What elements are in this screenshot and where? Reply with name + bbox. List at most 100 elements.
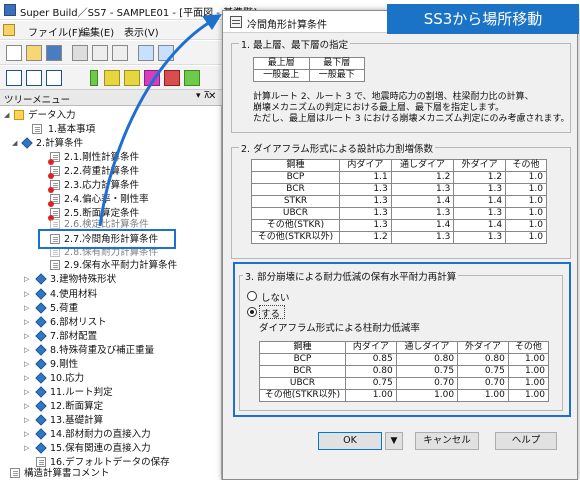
tree-menu-header: ツリーメニュー ▾ ⊼ ✕ xyxy=(0,90,222,106)
document-icon xyxy=(32,124,42,134)
table-cell[interactable]: 1.4 xyxy=(390,195,455,208)
table-row: BCR 1.3 1.3 1.3 1.0 xyxy=(251,183,547,196)
beam-icon[interactable] xyxy=(104,70,120,86)
table-cell[interactable]: 1.4 xyxy=(453,195,507,208)
bottom-floor-value[interactable]: 一般最下 xyxy=(308,69,365,82)
table-cell[interactable]: 1.2 xyxy=(339,231,392,244)
table-cell[interactable]: 1.4 xyxy=(390,219,455,232)
document-icon xyxy=(48,152,60,165)
dialog-title: 冷間角形計算条件 xyxy=(247,20,327,31)
warning-dot-icon xyxy=(48,187,54,193)
column-icon[interactable] xyxy=(90,70,98,86)
top-floor-value[interactable]: 一般最上 xyxy=(253,69,310,82)
row-label: その他(STKR以外) xyxy=(251,231,340,244)
warning-dot-icon xyxy=(48,201,54,207)
menu-file[interactable]: ファイル(F) xyxy=(28,24,82,39)
table-cell[interactable]: 1.3 xyxy=(453,183,507,196)
close-icon[interactable]: ✕ xyxy=(208,91,216,102)
collapse-arrow-icon[interactable]: ▷ xyxy=(24,400,32,413)
col-through-diaphragm: 通しダイア xyxy=(390,159,455,172)
table-cell[interactable]: 1.0 xyxy=(505,195,547,208)
plan-icon[interactable] xyxy=(46,70,62,86)
diamond-icon xyxy=(35,414,47,426)
table-cell[interactable]: 1.2 xyxy=(390,171,455,184)
col-inner-diaphragm: 内ダイア xyxy=(339,159,392,172)
table-row: BCP 1.1 1.2 1.2 1.0 xyxy=(251,171,547,184)
stress-factor-table: 鋼種 内ダイア 通しダイア 外ダイア その他 BCP 1.1 1.2 1.2 1… xyxy=(251,159,547,244)
collapse-arrow-icon[interactable]: ▷ xyxy=(24,273,32,286)
diamond-icon xyxy=(35,288,47,300)
table-cell[interactable]: 1.3 xyxy=(339,183,392,196)
top-bottom-floor-table: 最上層 最下層 一般最上 一般最下 xyxy=(253,57,365,82)
document-icon xyxy=(10,468,20,478)
app-icon xyxy=(4,4,16,16)
ok-button[interactable]: OK xyxy=(318,432,382,450)
table-cell[interactable]: 1.0 xyxy=(505,183,547,196)
paste-icon[interactable] xyxy=(112,45,128,61)
table-cell[interactable]: 1.3 xyxy=(339,195,392,208)
table-cell[interactable]: 1.3 xyxy=(339,219,392,232)
table-cell[interactable]: 1.2 xyxy=(453,171,507,184)
table-cell[interactable]: 1.3 xyxy=(453,231,507,244)
col-other: その他 xyxy=(505,159,547,172)
collapse-arrow-icon[interactable]: ▷ xyxy=(24,302,32,315)
table-cell[interactable]: 1.1 xyxy=(339,171,392,184)
warning-dot-icon xyxy=(48,173,54,179)
grid-icon[interactable] xyxy=(6,70,22,86)
collapse-arrow-icon[interactable]: ▷ xyxy=(24,428,32,441)
collapse-arrow-icon[interactable]: ▷ xyxy=(24,330,32,343)
table-cell[interactable]: 1.3 xyxy=(390,207,455,220)
expand-arrow-icon[interactable]: ◢ xyxy=(12,137,20,150)
collapse-arrow-icon[interactable]: ▷ xyxy=(24,442,32,455)
menu-view[interactable]: 表示(V) xyxy=(124,24,159,39)
table-cell[interactable]: 1.0 xyxy=(505,207,547,220)
toolbar-secondary xyxy=(0,66,230,90)
collapse-arrow-icon[interactable]: ▷ xyxy=(24,316,32,329)
toolbar-primary xyxy=(0,41,230,65)
foundation-icon[interactable] xyxy=(184,70,200,86)
table-cell[interactable]: 1.0 xyxy=(505,219,547,232)
table-header-row: 鋼種 内ダイア 通しダイア 外ダイア その他 xyxy=(251,159,547,172)
table-cell[interactable]: 1.0 xyxy=(505,171,547,184)
new-file-icon[interactable] xyxy=(6,45,22,61)
copy-icon[interactable] xyxy=(92,45,108,61)
document-icon xyxy=(50,219,60,229)
diamond-icon xyxy=(35,316,47,328)
slab-icon[interactable] xyxy=(164,70,180,86)
wall-icon[interactable] xyxy=(124,70,140,86)
menu-app-icon xyxy=(3,24,15,36)
diamond-icon xyxy=(35,386,47,398)
collapse-arrow-icon[interactable]: ▷ xyxy=(24,344,32,357)
undo-icon[interactable] xyxy=(138,45,154,61)
help-button[interactable]: ヘルプ xyxy=(495,432,557,450)
col-outer-diaphragm: 外ダイア xyxy=(453,159,507,172)
expand-arrow-icon[interactable]: ◢ xyxy=(4,109,12,122)
ok-dropdown-button[interactable]: ▼ xyxy=(385,432,403,450)
row-label: その他(STKR) xyxy=(251,219,340,232)
brace-icon[interactable] xyxy=(144,70,160,86)
table-cell[interactable]: 1.0 xyxy=(505,231,547,244)
table-cell[interactable]: 1.3 xyxy=(453,207,507,220)
warning-dot-icon xyxy=(48,159,54,165)
cancel-button[interactable]: キャンセル xyxy=(415,432,479,450)
layout-icon[interactable] xyxy=(26,70,42,86)
collapse-arrow-icon[interactable]: ▷ xyxy=(24,386,32,399)
collapse-arrow-icon[interactable]: ▷ xyxy=(24,372,32,385)
collapse-arrow-icon[interactable]: ▷ xyxy=(24,358,32,371)
open-folder-icon[interactable] xyxy=(26,45,42,61)
save-icon[interactable] xyxy=(46,45,62,61)
diamond-icon xyxy=(35,302,47,314)
collapse-arrow-icon[interactable]: ▷ xyxy=(24,414,32,427)
redo-icon[interactable] xyxy=(158,45,174,61)
diamond-icon xyxy=(35,344,47,356)
table-row: UBCR 1.3 1.3 1.3 1.0 xyxy=(251,207,547,220)
table-cell[interactable]: 1.3 xyxy=(390,231,455,244)
cut-icon[interactable] xyxy=(72,45,88,61)
table-cell[interactable]: 1.4 xyxy=(453,219,507,232)
menu-edit[interactable]: 編集(E) xyxy=(80,24,114,39)
document-icon xyxy=(36,457,46,467)
table-cell[interactable]: 1.3 xyxy=(339,207,392,220)
collapse-arrow-icon[interactable]: ▷ xyxy=(24,288,32,301)
table-cell[interactable]: 1.3 xyxy=(390,183,455,196)
tree-menu: ◢ データ入力 1.基本事項 ◢ 2.計算条件 2.1.剛性計算条件 2.2.荷… xyxy=(0,106,222,480)
